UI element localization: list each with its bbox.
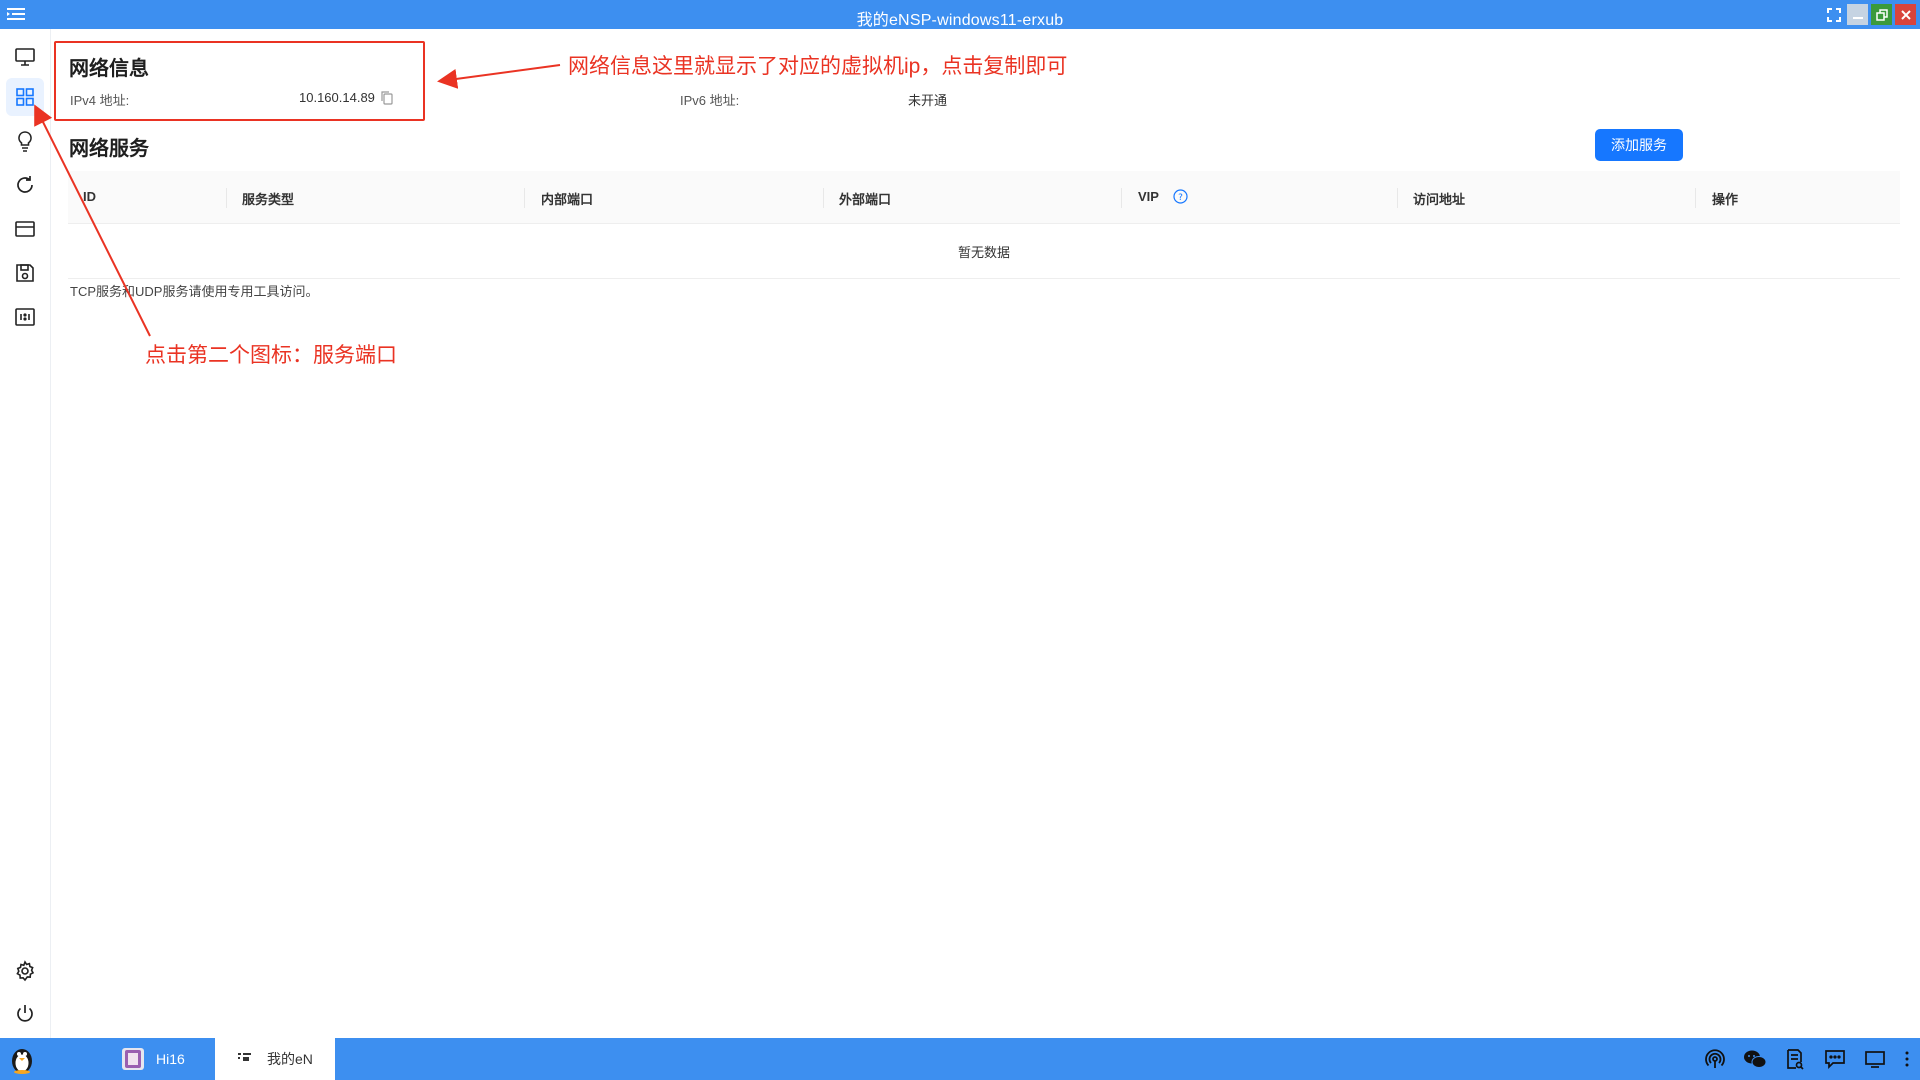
penguin-icon[interactable] bbox=[7, 1044, 37, 1074]
sidebar-item-save[interactable] bbox=[6, 254, 44, 292]
sidebar-item-lightbulb[interactable] bbox=[6, 122, 44, 160]
main-content: 网络信息 IPv4 地址: 10.160.14.89 IPv6 地址: 未开通 … bbox=[50, 29, 1920, 1038]
sidebar-item-settings[interactable] bbox=[6, 952, 44, 990]
app-icon bbox=[122, 1048, 144, 1070]
annotation-text-top: 网络信息这里就显示了对应的虚拟机ip，点击复制即可 bbox=[568, 55, 1068, 78]
more-options-icon[interactable] bbox=[1902, 1047, 1912, 1071]
services-table: ID 服务类型 内部端口 外部端口 VIP ? 访问地址 操作 暂无数据 bbox=[68, 171, 1900, 279]
network-services-title: 网络服务 bbox=[69, 138, 149, 160]
column-separator bbox=[1695, 188, 1696, 208]
svg-text:?: ? bbox=[1178, 193, 1183, 203]
column-actions: 操作 bbox=[1712, 192, 1739, 207]
annotation-text-left: 点击第二个图标：服务端口 bbox=[145, 344, 397, 367]
ratio-icon bbox=[15, 308, 35, 326]
card-icon bbox=[15, 221, 35, 237]
refresh-icon bbox=[17, 176, 33, 193]
task-label: Hi16 bbox=[156, 1051, 185, 1067]
grid-icon bbox=[16, 88, 34, 106]
lightbulb-icon bbox=[18, 131, 32, 152]
ipv6-label: IPv6 地址: bbox=[680, 93, 740, 108]
terminal-icon bbox=[237, 1048, 255, 1070]
title-bar: 我的eNSP-windows11-erxub bbox=[0, 0, 1920, 29]
sidebar-item-power[interactable] bbox=[6, 995, 44, 1033]
wechat-icon[interactable] bbox=[1742, 1047, 1768, 1071]
column-id: ID bbox=[83, 189, 96, 204]
taskbar: Hi16 我的eN bbox=[0, 1038, 1920, 1080]
sidebar-item-card[interactable] bbox=[6, 210, 44, 248]
fullscreen-icon[interactable] bbox=[1823, 4, 1844, 25]
restore-button[interactable] bbox=[1871, 4, 1892, 25]
annotation-box bbox=[54, 41, 425, 121]
column-access-address: 访问地址 bbox=[1413, 192, 1466, 207]
column-separator bbox=[1397, 188, 1398, 208]
sidebar bbox=[0, 29, 51, 1038]
sidebar-item-ratio[interactable] bbox=[6, 298, 44, 336]
column-separator bbox=[524, 188, 525, 208]
task-my-ensp[interactable]: 我的eN bbox=[215, 1038, 335, 1080]
empty-state: 暂无数据 bbox=[68, 224, 1900, 279]
task-label: 我的eN bbox=[267, 1051, 313, 1067]
services-note: TCP服务和UDP服务请使用专用工具访问。 bbox=[70, 284, 319, 299]
column-vip: VIP bbox=[1138, 189, 1159, 204]
broadcast-icon[interactable] bbox=[1702, 1047, 1728, 1071]
help-icon[interactable]: ? bbox=[1173, 189, 1188, 209]
table-header: ID 服务类型 内部端口 外部端口 VIP ? 访问地址 操作 bbox=[68, 171, 1900, 224]
task-hi16[interactable]: Hi16 bbox=[110, 1038, 214, 1080]
add-service-button[interactable]: 添加服务 bbox=[1595, 129, 1683, 161]
minimize-button[interactable] bbox=[1847, 4, 1868, 25]
sidebar-item-monitor[interactable] bbox=[6, 38, 44, 76]
column-internal-port: 内部端口 bbox=[541, 192, 594, 207]
column-external-port: 外部端口 bbox=[839, 192, 892, 207]
column-separator bbox=[1121, 188, 1122, 208]
monitor-icon bbox=[15, 48, 35, 66]
sidebar-item-grid[interactable] bbox=[6, 78, 44, 116]
chat-icon[interactable] bbox=[1822, 1047, 1848, 1071]
system-tray bbox=[1702, 1047, 1912, 1071]
ipv6-value: 未开通 bbox=[908, 93, 948, 108]
column-service-type: 服务类型 bbox=[242, 192, 295, 207]
window-title: 我的eNSP-windows11-erxub bbox=[856, 12, 1064, 29]
close-button[interactable] bbox=[1895, 4, 1916, 25]
sidebar-item-refresh[interactable] bbox=[6, 166, 44, 204]
display-icon[interactable] bbox=[1862, 1047, 1888, 1071]
window-controls bbox=[1823, 4, 1916, 25]
power-icon bbox=[17, 1005, 33, 1022]
column-separator bbox=[823, 188, 824, 208]
column-separator bbox=[226, 188, 227, 208]
gear-icon bbox=[16, 960, 35, 982]
save-icon bbox=[16, 264, 34, 282]
document-search-icon[interactable] bbox=[1782, 1047, 1808, 1071]
